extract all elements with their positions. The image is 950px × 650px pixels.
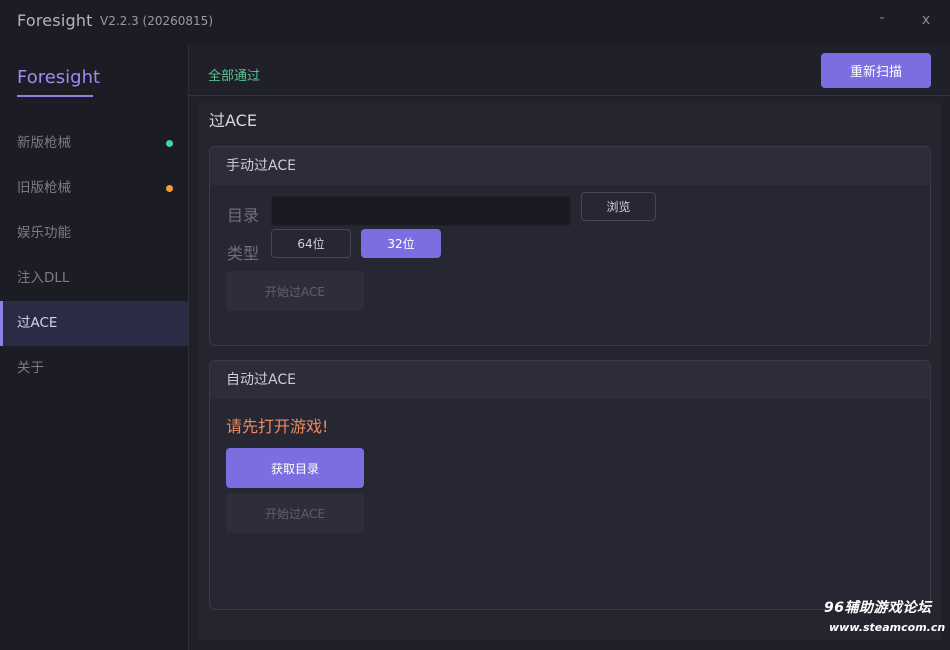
sidebar-item-old-guns[interactable]: 旧版枪械	[0, 166, 188, 211]
manual-ace-card: 手动过ACE 目录 浏览 类型 64位 32位 开始过ACE	[209, 146, 931, 346]
watermark-site-name: 96辅助游戏论坛	[824, 600, 932, 616]
sidebar-item-label: 过ACE	[17, 315, 58, 331]
dir-label: 目录	[227, 206, 260, 225]
main-content: 全部通过 重新扫描 过ACE 手动过ACE 目录 浏览 类型 64位 32位 开…	[188, 45, 950, 650]
auto-start-button[interactable]: 开始过ACE	[226, 493, 364, 533]
get-dir-button[interactable]: 获取目录	[226, 448, 364, 488]
dir-input[interactable]	[271, 196, 571, 226]
app-version: V2.2.3 (20260815)	[100, 14, 213, 28]
sidebar-item-label: 注入DLL	[17, 270, 70, 286]
manual-ace-header: 手动过ACE	[210, 147, 930, 185]
browse-button[interactable]: 浏览	[581, 192, 656, 221]
close-button[interactable]: x	[917, 12, 935, 28]
minimize-button[interactable]: -	[873, 10, 891, 26]
sidebar-item-new-guns[interactable]: 新版枪械	[0, 121, 188, 166]
sidebar-brand: Foresight	[17, 67, 101, 88]
ace-panel: 过ACE 手动过ACE 目录 浏览 类型 64位 32位 开始过ACE 自动过A…	[199, 103, 941, 640]
status-dot-icon	[166, 185, 173, 192]
sidebar-item-bypass-ace[interactable]: 过ACE	[0, 301, 188, 346]
sidebar-item-inject-dll[interactable]: 注入DLL	[0, 256, 188, 301]
sidebar: Foresight 新版枪械 旧版枪械 娱乐功能 注入DLL 过ACE 关于	[0, 45, 188, 650]
brand-underline	[17, 95, 93, 97]
sidebar-item-about[interactable]: 关于	[0, 346, 188, 391]
type-64-button[interactable]: 64位	[271, 229, 351, 258]
page-title: 过ACE	[209, 111, 257, 130]
auto-ace-header: 自动过ACE	[210, 361, 930, 399]
type-32-button[interactable]: 32位	[361, 229, 441, 258]
manual-start-button[interactable]: 开始过ACE	[226, 271, 364, 311]
warning-text: 请先打开游戏!	[226, 417, 329, 436]
sidebar-item-label: 娱乐功能	[17, 225, 71, 241]
sidebar-item-label: 新版枪械	[17, 135, 71, 151]
watermark-url: www.steamcom.cn	[829, 621, 946, 634]
type-label: 类型	[227, 244, 260, 263]
status-dot-icon	[166, 140, 173, 147]
auto-ace-card: 自动过ACE 请先打开游戏! 获取目录 开始过ACE	[209, 360, 931, 610]
sidebar-item-label: 关于	[17, 360, 44, 376]
top-bar: 全部通过 重新扫描	[189, 45, 950, 96]
sidebar-item-entertainment[interactable]: 娱乐功能	[0, 211, 188, 256]
title-bar: Foresight V2.2.3 (20260815) - x	[0, 0, 950, 45]
status-text: 全部通过	[208, 69, 261, 84]
app-title: Foresight	[17, 11, 93, 30]
sidebar-item-label: 旧版枪械	[17, 180, 71, 196]
rescan-button[interactable]: 重新扫描	[821, 53, 931, 88]
